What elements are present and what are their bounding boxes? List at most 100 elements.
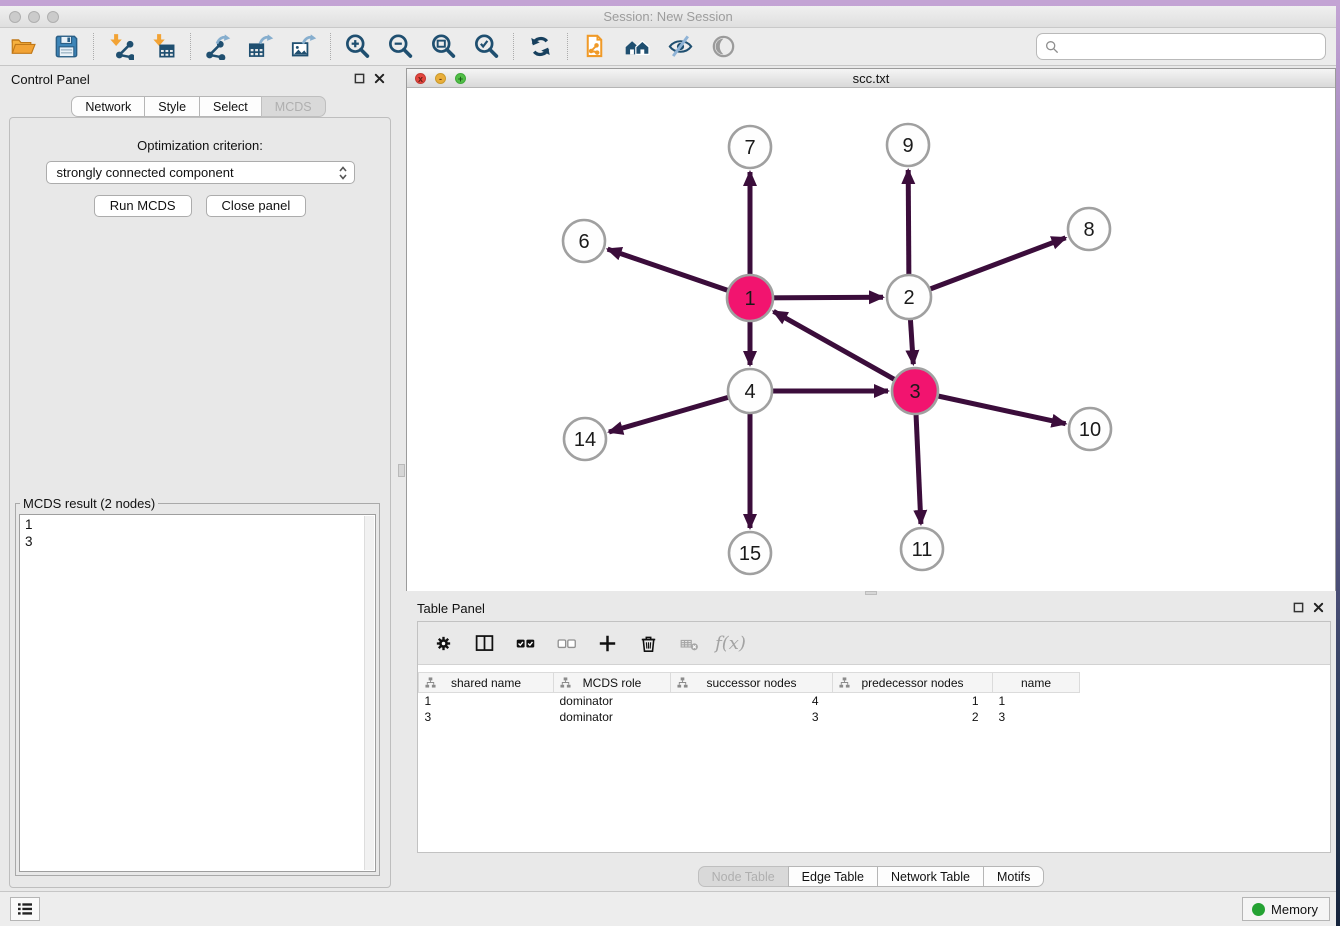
search-input[interactable] xyxy=(1064,39,1317,54)
graph-node-2[interactable]: 2 xyxy=(887,275,931,319)
network-canvas[interactable]: 7 9 6 8 1 2 4 3 14 10 15 11 xyxy=(407,88,1335,591)
table-panel-tabs: Node TableEdge TableNetwork TableMotifs xyxy=(406,866,1336,887)
mcds-panel: Optimization criterion: strongly connect… xyxy=(9,117,391,888)
table-panel-header: Table Panel xyxy=(406,595,1336,621)
node-table: shared nameMCDS rolesuccessor nodes prede… xyxy=(418,672,1080,725)
graph-edge-2-8[interactable] xyxy=(909,238,1066,297)
zoom-fit-icon[interactable] xyxy=(422,31,465,62)
close-panel-icon[interactable] xyxy=(374,73,385,84)
table-row[interactable]: 1dominator411 xyxy=(419,693,1080,709)
show-all-icon[interactable] xyxy=(702,31,745,62)
close-panel-button[interactable]: Close panel xyxy=(206,195,307,217)
duplicate-network-icon[interactable] xyxy=(573,31,616,62)
toolbar-separator xyxy=(190,33,191,60)
table-cell[interactable]: dominator xyxy=(554,709,671,725)
graph-node-14[interactable]: 14 xyxy=(564,418,606,460)
refresh-icon[interactable] xyxy=(519,31,562,62)
float-panel-icon[interactable] xyxy=(1293,602,1304,613)
app-title: Session: New Session xyxy=(0,9,1336,24)
table-panel: Table Panel f(x) shared nameMCDS rolesuc… xyxy=(406,595,1336,890)
tab-network-table[interactable]: Network Table xyxy=(877,866,984,887)
table-panel-title: Table Panel xyxy=(417,601,485,616)
column-label: name xyxy=(1021,676,1051,690)
table-cell[interactable]: 3 xyxy=(993,709,1080,725)
first-neighbors-icon[interactable] xyxy=(616,31,659,62)
close-panel-icon[interactable] xyxy=(1313,602,1324,613)
column-header-predecessor-nodes[interactable]: predecessor nodes xyxy=(833,673,993,693)
graph-node-9[interactable]: 9 xyxy=(887,124,929,166)
graph-node-3[interactable]: 3 xyxy=(892,368,938,414)
tab-edge-table[interactable]: Edge Table xyxy=(788,866,878,887)
run-mcds-button[interactable]: Run MCDS xyxy=(94,195,192,217)
graph-node-6[interactable]: 6 xyxy=(563,220,605,262)
function-builder-icon[interactable]: f(x) xyxy=(718,631,743,656)
column-header-name[interactable]: name xyxy=(993,673,1080,693)
table-cell[interactable]: 2 xyxy=(833,709,993,725)
graph-node-15[interactable]: 15 xyxy=(729,532,771,574)
hide-selected-icon[interactable] xyxy=(659,31,702,62)
column-label: predecessor nodes xyxy=(861,676,963,690)
vertical-splitter[interactable] xyxy=(397,66,406,890)
table-row[interactable]: 3dominator323 xyxy=(419,709,1080,725)
add-column-icon[interactable] xyxy=(595,631,620,656)
save-icon[interactable] xyxy=(45,31,88,62)
gear-icon[interactable] xyxy=(431,631,456,656)
tab-mcds[interactable]: MCDS xyxy=(261,96,326,117)
export-table-icon[interactable] xyxy=(239,31,282,62)
table-cell[interactable]: 3 xyxy=(671,709,833,725)
graph-node-1[interactable]: 1 xyxy=(727,275,773,321)
zoom-selected-icon[interactable] xyxy=(465,31,508,62)
graph-node-4[interactable]: 4 xyxy=(728,369,772,413)
graph-edge-3-1[interactable] xyxy=(774,311,916,391)
search-box[interactable] xyxy=(1036,33,1326,60)
export-image-icon[interactable] xyxy=(282,31,325,62)
mcds-result-list: 13 xyxy=(25,516,361,550)
tab-motifs[interactable]: Motifs xyxy=(983,866,1044,887)
result-scrollbar[interactable] xyxy=(364,516,374,870)
svg-text:15: 15 xyxy=(739,543,761,565)
import-network-icon[interactable] xyxy=(99,31,142,62)
select-all-icon[interactable] xyxy=(513,631,538,656)
table-cell[interactable]: 1 xyxy=(833,693,993,709)
graph-node-7[interactable]: 7 xyxy=(729,126,771,168)
deselect-all-icon[interactable] xyxy=(554,631,579,656)
graph-node-11[interactable]: 11 xyxy=(901,528,943,570)
graph-node-8[interactable]: 8 xyxy=(1068,208,1110,250)
graph-node-10[interactable]: 10 xyxy=(1069,408,1111,450)
list-icon xyxy=(16,902,34,916)
column-header-successor-nodes[interactable]: successor nodes xyxy=(671,673,833,693)
table-cell[interactable]: 3 xyxy=(419,709,554,725)
split-view-icon[interactable] xyxy=(472,631,497,656)
delete-table-icon[interactable] xyxy=(677,631,702,656)
mcds-result-box: 13 xyxy=(19,514,376,872)
memory-button[interactable]: Memory xyxy=(1242,897,1330,921)
tab-node-table[interactable]: Node Table xyxy=(698,866,789,887)
column-header-shared-name[interactable]: shared name xyxy=(419,673,554,693)
svg-text:1: 1 xyxy=(744,288,755,310)
criterion-dropdown[interactable]: strongly connected component xyxy=(46,161,355,184)
task-history-button[interactable] xyxy=(10,897,40,921)
export-network-icon[interactable] xyxy=(196,31,239,62)
table-cell[interactable]: 1 xyxy=(419,693,554,709)
splitter-grip[interactable] xyxy=(398,464,405,477)
float-panel-icon[interactable] xyxy=(354,73,365,84)
control-panel-tabs: NetworkStyleSelectMCDS xyxy=(0,96,397,117)
tab-select[interactable]: Select xyxy=(199,96,262,117)
open-folder-icon[interactable] xyxy=(2,31,45,62)
tab-style[interactable]: Style xyxy=(144,96,200,117)
delete-column-icon[interactable] xyxy=(636,631,661,656)
table-cell[interactable]: 1 xyxy=(993,693,1080,709)
column-header-mcds-role[interactable]: MCDS role xyxy=(554,673,671,693)
table-cell[interactable]: 4 xyxy=(671,693,833,709)
criterion-value: strongly connected component xyxy=(57,165,234,180)
status-bar: Memory xyxy=(0,891,1336,926)
main-toolbar xyxy=(0,28,1336,66)
zoom-in-icon[interactable] xyxy=(336,31,379,62)
tab-network[interactable]: Network xyxy=(71,96,145,117)
svg-text:11: 11 xyxy=(912,539,933,561)
table-cell[interactable]: dominator xyxy=(554,693,671,709)
import-table-icon[interactable] xyxy=(142,31,185,62)
svg-text:7: 7 xyxy=(744,137,755,159)
app-titlebar: Session: New Session xyxy=(0,6,1336,28)
zoom-out-icon[interactable] xyxy=(379,31,422,62)
